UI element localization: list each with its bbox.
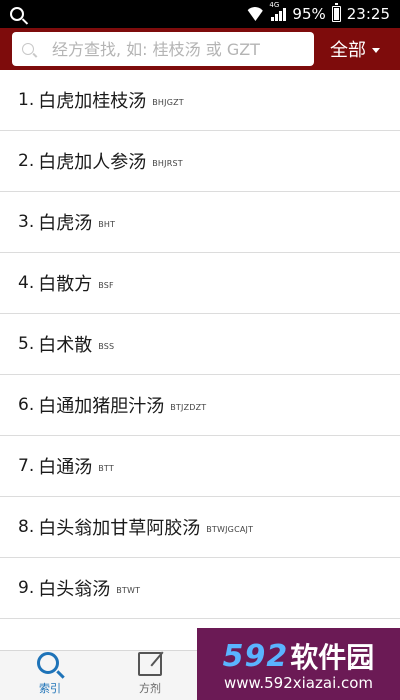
search-icon — [22, 43, 34, 55]
list-item[interactable]: 4. 白散方 BSF — [0, 253, 400, 314]
item-name: 白虎加桂枝汤 — [38, 91, 147, 112]
watermark-number: 592 — [222, 638, 289, 674]
search-box[interactable] — [12, 32, 314, 66]
watermark-text: 软件园 — [290, 641, 375, 674]
caret-down-icon — [372, 47, 380, 53]
edit-icon — [138, 652, 162, 676]
list-item[interactable]: 5. 白术散 BSS — [0, 314, 400, 375]
item-abbr: BSS — [98, 342, 115, 351]
item-abbr: BHJGZT — [152, 98, 184, 107]
item-index: 9. — [18, 578, 35, 598]
item-name: 白术散 — [38, 335, 93, 356]
tab-formulas[interactable]: 方剂 — [100, 651, 200, 700]
category-filter-dropdown[interactable]: 全部 — [330, 36, 380, 62]
clock: 23:25 — [346, 5, 390, 23]
battery-icon — [331, 3, 341, 22]
search-icon — [37, 652, 59, 674]
list-item[interactable]: 6. 白通加猪胆汁汤 BTJZDZT — [0, 375, 400, 436]
item-index: 1. — [18, 90, 35, 110]
network-type: 4G — [269, 1, 280, 9]
watermark-url: www.592xiazai.com — [223, 674, 374, 692]
tab-index[interactable]: 索引 — [0, 651, 100, 700]
top-bar: 全部 — [0, 28, 400, 70]
list-item[interactable]: 8. 白头翁加甘草阿胶汤 BTWJGCAJT — [0, 497, 400, 558]
search-input[interactable] — [52, 39, 304, 59]
battery-percent: 95% — [292, 5, 326, 23]
item-index: 8. — [18, 517, 35, 537]
list-item[interactable]: 3. 白虎汤 BHT — [0, 192, 400, 253]
list-item[interactable]: 1. 白虎加桂枝汤 BHJGZT — [0, 70, 400, 131]
item-abbr: BSF — [98, 281, 114, 290]
formula-list: 1. 白虎加桂枝汤 BHJGZT 2. 白虎加人参汤 BHJRST 3. 白虎汤… — [0, 70, 400, 648]
item-name: 白头翁汤 — [38, 579, 111, 600]
item-index: 5. — [18, 334, 35, 354]
item-name: 白虎汤 — [38, 213, 93, 234]
list-item[interactable]: 2. 白虎加人参汤 BHJRST — [0, 131, 400, 192]
search-icon[interactable] — [10, 7, 24, 21]
list-item[interactable]: 7. 白通汤 BTT — [0, 436, 400, 497]
item-abbr: BHT — [98, 220, 116, 229]
list-item[interactable]: 9. 白头翁汤 BTWT — [0, 558, 400, 619]
item-name: 白虎加人参汤 — [38, 152, 147, 173]
tab-label: 方剂 — [139, 682, 161, 695]
item-index: 4. — [18, 273, 35, 293]
item-index: 2. — [18, 151, 35, 171]
signal-icon: 4G — [269, 1, 287, 21]
item-abbr: BHJRST — [152, 159, 183, 168]
item-index: 7. — [18, 456, 35, 476]
item-index: 3. — [18, 212, 35, 232]
item-abbr: BTT — [98, 464, 114, 473]
item-abbr: BTWT — [116, 586, 141, 595]
watermark-logo: 592 软件园 www.592xiazai.com — [197, 628, 400, 700]
filter-label: 全部 — [330, 40, 366, 61]
item-name: 白散方 — [38, 274, 93, 295]
item-abbr: BTJZDZT — [170, 403, 207, 412]
item-index: 6. — [18, 395, 35, 415]
wifi-icon — [245, 7, 265, 21]
item-name: 白通汤 — [38, 457, 93, 478]
tab-label: 索引 — [39, 682, 61, 695]
item-abbr: BTWJGCAJT — [206, 525, 254, 534]
status-bar: 4G 95% 23:25 — [0, 0, 400, 28]
item-name: 白头翁加甘草阿胶汤 — [38, 518, 201, 539]
item-name: 白通加猪胆汁汤 — [38, 396, 165, 417]
